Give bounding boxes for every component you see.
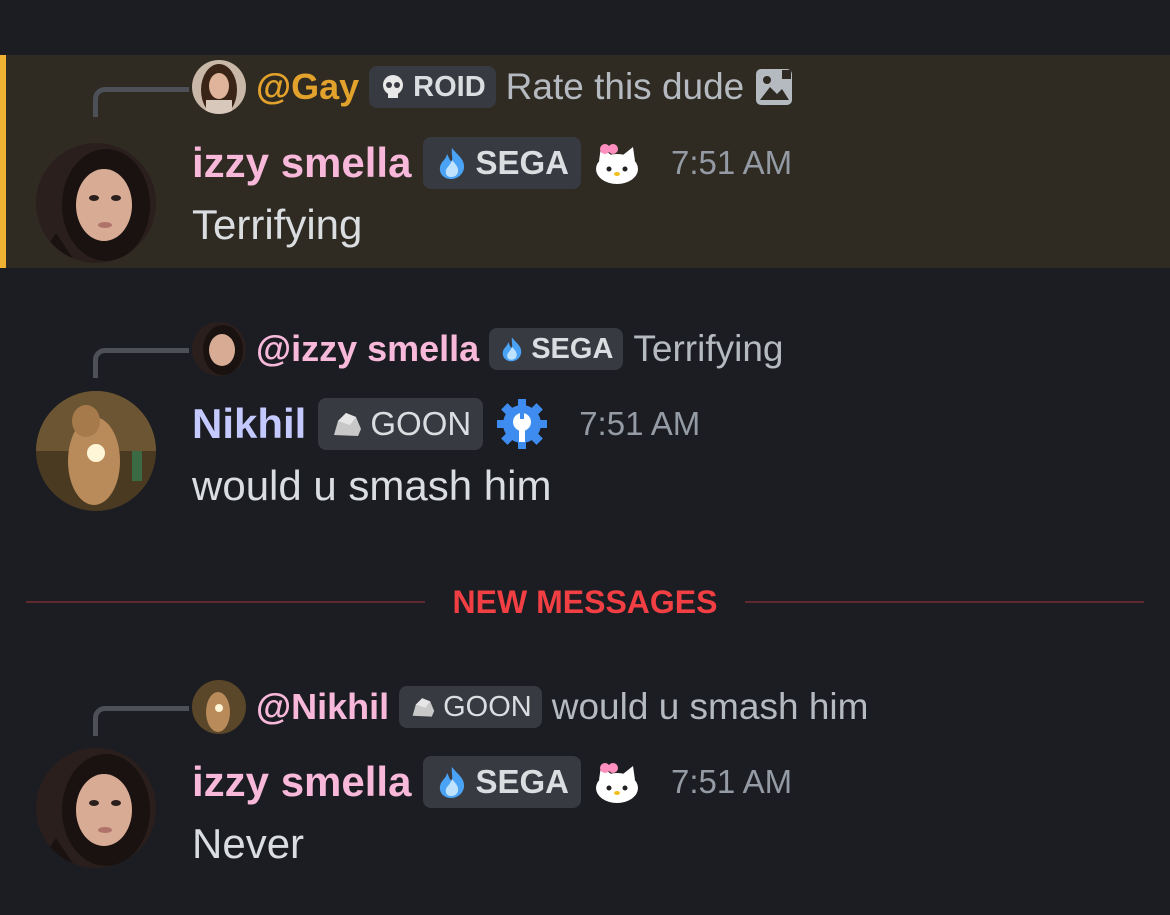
message-content[interactable]: Terrifying (192, 201, 362, 249)
reply-spine (93, 348, 189, 378)
chat-view: @Gay ROID Rate this dude izzy smella SEG… (0, 0, 1170, 915)
author-name[interactable]: izzy smella (192, 139, 411, 187)
reply-preview[interactable]: @Gay ROID Rate this dude (192, 60, 794, 114)
message-content[interactable]: Never (192, 820, 304, 868)
message-header: izzy smella SEGA 7:51 AM (192, 752, 792, 812)
role-tag-sega: SEGA (423, 137, 581, 189)
new-messages-divider: NEW MESSAGES (26, 582, 1145, 622)
reply-text[interactable]: would u smash him (552, 686, 869, 728)
reply-author[interactable]: @izzy smella (256, 328, 479, 370)
blue-flame-icon (440, 767, 465, 798)
divider-line (745, 601, 1145, 603)
author-name[interactable]: Nikhil (192, 400, 306, 448)
author-name[interactable]: izzy smella (192, 758, 411, 806)
tag-label: GOON (443, 690, 532, 723)
role-tag-goon: GOON (399, 686, 542, 728)
reply-spine (93, 87, 189, 117)
blue-flame-icon (502, 337, 522, 362)
reply-author[interactable]: @Nikhil (256, 686, 389, 728)
divider-line (26, 601, 425, 603)
avatar-izzy[interactable] (36, 143, 156, 263)
timestamp[interactable]: 7:51 AM (671, 144, 792, 182)
reply-avatar-gay[interactable] (192, 60, 246, 114)
tag-label: SEGA (475, 144, 569, 181)
message-3[interactable]: @Nikhil GOON would u smash him izzy smel… (0, 676, 1170, 886)
hello-kitty-icon (596, 763, 638, 803)
tag-label: ROID (413, 70, 486, 103)
reply-text[interactable]: Terrifying (633, 328, 783, 370)
hello-kitty-icon (596, 144, 638, 184)
role-tag-sega: SEGA (423, 756, 581, 808)
tag-label: GOON (370, 405, 472, 442)
rock-icon (334, 413, 362, 436)
role-tag-sega: SEGA (489, 328, 624, 370)
reply-text[interactable]: Rate this dude (506, 66, 745, 108)
image-icon (756, 69, 793, 105)
gear-bot-icon (497, 399, 548, 449)
reply-preview[interactable]: @izzy smella SEGA Terrifying (192, 322, 784, 376)
avatar-nikhil[interactable] (36, 391, 156, 511)
reply-author[interactable]: @Gay (256, 66, 359, 108)
message-1[interactable]: @Gay ROID Rate this dude izzy smella SEG… (0, 55, 1170, 268)
skull-icon (383, 75, 404, 98)
avatar-izzy[interactable] (36, 748, 156, 868)
message-content[interactable]: would u smash him (192, 462, 551, 510)
message-2[interactable]: @izzy smella SEGA Terrifying Nikhil GOON… (0, 318, 1170, 528)
new-messages-label: NEW MESSAGES (452, 583, 718, 620)
role-tag-roid: ROID (369, 66, 496, 108)
role-tag-goon: GOON (318, 398, 484, 450)
reply-avatar-izzy[interactable] (192, 322, 246, 376)
message-header: izzy smella SEGA 7:51 AM (192, 133, 792, 193)
timestamp[interactable]: 7:51 AM (671, 763, 792, 801)
rock-icon (412, 698, 435, 717)
message-header: Nikhil GOON 7:51 AM (192, 394, 700, 454)
reply-avatar-nikhil[interactable] (192, 680, 246, 734)
timestamp[interactable]: 7:51 AM (579, 405, 700, 443)
blue-flame-icon (440, 148, 465, 179)
reply-preview[interactable]: @Nikhil GOON would u smash him (192, 680, 868, 734)
reply-spine (93, 706, 189, 736)
tag-label: SEGA (475, 763, 569, 800)
tag-label: SEGA (531, 332, 614, 365)
